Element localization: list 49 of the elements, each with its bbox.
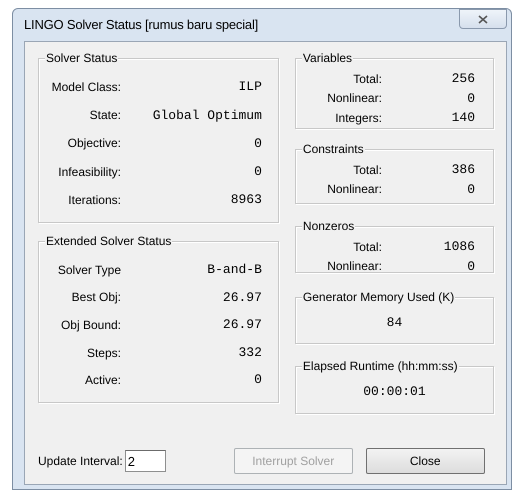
- field-value: 84: [386, 314, 404, 332]
- field-value: B-and-B: [206, 261, 262, 280]
- group-title: Generator Memory Used (K): [302, 290, 456, 304]
- field-label: Nonlinear:: [326, 258, 382, 276]
- close-button[interactable]: [459, 9, 507, 29]
- field-value: 8963: [230, 191, 262, 210]
- field-label: Best Obj:: [70, 289, 121, 306]
- group-title: Variables: [302, 51, 354, 65]
- field-value: 1086: [442, 238, 475, 256]
- field-value: Global Optimum: [152, 106, 262, 125]
- group-title: Elapsed Runtime (hh:mm:ss): [302, 359, 459, 373]
- field-label: Model Class:: [51, 79, 121, 96]
- dialog-button[interactable]: Close: [366, 448, 485, 474]
- field-label: Obj Bound:: [60, 316, 121, 334]
- update-interval-label: Update Interval:: [38, 453, 123, 470]
- field-label: Integers:: [334, 110, 382, 127]
- field-value: 386: [450, 161, 475, 179]
- field-value: 00:00:01: [362, 383, 427, 402]
- field-label: Total:: [352, 70, 382, 88]
- update-interval-field[interactable]: 2: [124, 450, 166, 472]
- field-value: 256: [450, 70, 475, 88]
- field-label: Iterations:: [67, 192, 121, 209]
- field-label: Objective:: [66, 135, 121, 152]
- group-title: Nonzeros: [302, 219, 356, 233]
- field-value: 140: [450, 109, 475, 127]
- field-label: Steps:: [86, 344, 121, 362]
- field-value: 0: [466, 90, 475, 108]
- field-label: Nonlinear:: [326, 181, 382, 198]
- field-value: 0: [253, 371, 262, 390]
- field-label: Infeasibility:: [57, 164, 121, 181]
- field-label: Total:: [352, 238, 382, 256]
- field-value: 0: [253, 162, 262, 181]
- group-title: Extended Solver Status: [45, 234, 172, 248]
- field-value: 332: [238, 344, 262, 362]
- field-value: 26.97: [222, 316, 262, 334]
- field-value: ILP: [238, 78, 262, 96]
- group-title: Constraints: [302, 142, 365, 156]
- field-value: 0: [253, 134, 262, 153]
- field-value: 0: [466, 258, 475, 276]
- field-value: 26.97: [222, 288, 262, 307]
- field-label: State:: [88, 107, 121, 124]
- close-icon: [478, 14, 488, 24]
- field-label: Active:: [84, 372, 121, 390]
- window-title: LINGO Solver Status [rumus baru special]: [24, 16, 258, 34]
- field-value: 0: [466, 180, 475, 198]
- group-title: Solver Status: [45, 51, 118, 65]
- field-label: Nonlinear:: [326, 90, 382, 108]
- field-label: Solver Type: [56, 262, 121, 279]
- field-label: Total:: [352, 162, 382, 179]
